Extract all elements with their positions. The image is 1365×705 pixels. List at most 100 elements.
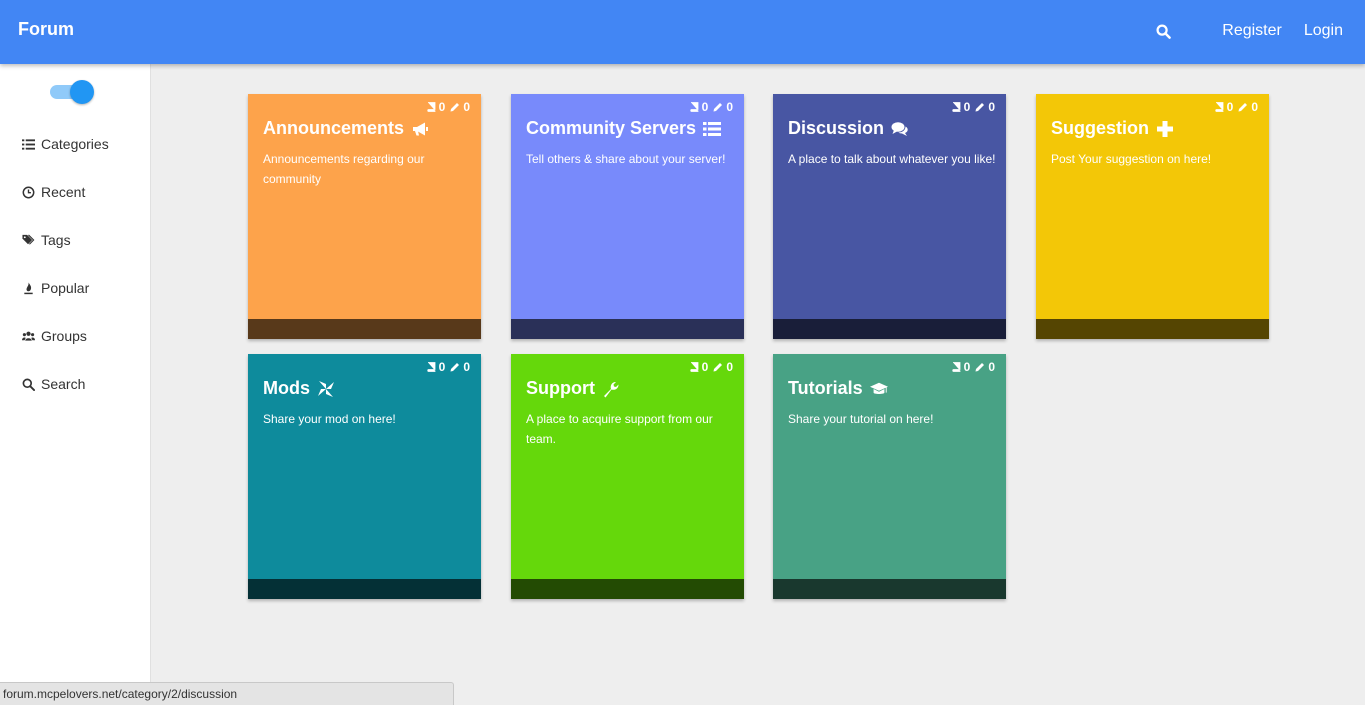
topic-count: 0: [438, 100, 446, 114]
card-title: Mods: [263, 378, 335, 399]
brand-logo-text[interactable]: Forum: [18, 19, 74, 40]
pencil-icon: [1238, 103, 1248, 112]
pencil-icon: [975, 363, 985, 372]
book-icon: [689, 362, 699, 372]
category-card-suggestion[interactable]: 0 0 Suggestion Post Your suggestion on h…: [1036, 94, 1269, 339]
card-footer: [511, 579, 744, 599]
tags-icon: [22, 234, 35, 245]
sidebar-item-label: Popular: [41, 280, 90, 296]
card-description: A place to talk about whatever you like!: [788, 152, 996, 166]
card-title-text: Community Servers: [526, 118, 697, 138]
book-icon: [426, 362, 436, 372]
card-footer: [1036, 319, 1269, 339]
sidebar-item-groups[interactable]: Groups: [0, 312, 150, 360]
sidebar-item-tags[interactable]: Tags: [0, 216, 150, 264]
list-icon: [703, 121, 722, 136]
card-title-text: Discussion: [788, 118, 885, 138]
card-title: Community Servers: [526, 118, 722, 139]
toggle-knob: [70, 80, 94, 104]
topic-count: 0: [963, 100, 971, 114]
card-title-text: Tutorials: [788, 378, 863, 398]
category-card-community-servers[interactable]: 0 0 Community Servers Tell others & shar…: [511, 94, 744, 339]
sidebar: Categories Recent Tags Popular Groups Se…: [0, 64, 151, 705]
card-footer: [248, 319, 481, 339]
card-stats: 0 0: [946, 360, 995, 374]
graduation-cap-icon: [869, 382, 888, 394]
status-url: forum.mcpelovers.net/category/2/discussi…: [3, 687, 238, 701]
card-footer: [773, 579, 1006, 599]
card-stats: 0 0: [946, 100, 995, 114]
post-count: 0: [988, 100, 995, 114]
category-card-support[interactable]: 0 0 Support A place to acquire support f…: [511, 354, 744, 599]
category-card-discussion[interactable]: 0 0 Discussion A place to talk about wha…: [773, 94, 1006, 339]
card-title-text: Mods: [263, 378, 310, 398]
book-icon: [1214, 102, 1224, 112]
pencil-icon: [713, 363, 723, 372]
topic-count: 0: [701, 100, 709, 114]
card-title-text: Support: [526, 378, 595, 398]
pencil-icon: [713, 103, 723, 112]
list-icon: [22, 138, 35, 150]
post-count: 0: [463, 360, 470, 374]
search-icon[interactable]: [1156, 22, 1174, 40]
post-count: 0: [988, 360, 995, 374]
sidebar-item-search[interactable]: Search: [0, 360, 150, 408]
bullhorn-icon: [413, 122, 429, 135]
card-title: Suggestion: [1051, 118, 1174, 139]
card-stats: 0 0: [1209, 100, 1258, 114]
sidebar-item-label: Categories: [41, 136, 109, 152]
pencil-icon: [450, 103, 460, 112]
search-icon: [22, 378, 35, 391]
sidebar-menu: Categories Recent Tags Popular Groups Se…: [0, 120, 150, 408]
post-count: 0: [1251, 100, 1258, 114]
top-nav: Register Login: [1156, 22, 1343, 40]
category-card-mods[interactable]: 0 0 Mods Share your mod on here!: [248, 354, 481, 599]
browser-status-bar: forum.mcpelovers.net/category/2/discussi…: [0, 682, 454, 705]
sidebar-toggle[interactable]: [50, 80, 94, 104]
card-description: Tell others & share about your server!: [526, 152, 726, 166]
top-navbar: Forum Register Login: [0, 0, 1365, 64]
post-count: 0: [726, 100, 733, 114]
sidebar-item-recent[interactable]: Recent: [0, 168, 150, 216]
post-count: 0: [463, 100, 470, 114]
register-link[interactable]: Register: [1222, 22, 1282, 40]
category-card-tutorials[interactable]: 0 0 Tutorials Share your tutorial on her…: [773, 354, 1006, 599]
category-card-announcements[interactable]: 0 0 Announcements Announcements regardin…: [248, 94, 481, 339]
topic-count: 0: [438, 360, 446, 374]
card-title: Support: [526, 378, 620, 399]
card-title: Tutorials: [788, 378, 888, 399]
card-stats: 0 0: [684, 100, 733, 114]
card-title-text: Suggestion: [1051, 118, 1149, 138]
fire-icon: [24, 281, 33, 294]
login-link[interactable]: Login: [1304, 22, 1343, 40]
card-description: Share your tutorial on here!: [788, 412, 934, 426]
card-stats: 0 0: [421, 100, 470, 114]
clock-icon: [22, 186, 35, 198]
card-title-text: Announcements: [263, 118, 405, 138]
sidebar-item-categories[interactable]: Categories: [0, 120, 150, 168]
card-title: Announcements: [263, 118, 429, 139]
pinwheel-icon: [318, 380, 334, 397]
topic-count: 0: [701, 360, 709, 374]
card-footer: [248, 579, 481, 599]
post-count: 0: [726, 360, 733, 374]
plus-icon: [1157, 120, 1173, 137]
users-icon: [22, 331, 35, 341]
sidebar-item-label: Tags: [41, 232, 71, 248]
pencil-icon: [450, 363, 460, 372]
card-footer: [511, 319, 744, 339]
topic-count: 0: [963, 360, 971, 374]
card-stats: 0 0: [421, 360, 470, 374]
book-icon: [951, 362, 961, 372]
card-title: Discussion: [788, 118, 909, 139]
card-description: A place to acquire support from our team…: [526, 412, 713, 446]
card-description: Announcements regarding our community: [263, 152, 425, 186]
sidebar-item-popular[interactable]: Popular: [0, 264, 150, 312]
card-description: Post Your suggestion on here!: [1051, 152, 1212, 166]
comments-icon: [891, 121, 908, 136]
book-icon: [689, 102, 699, 112]
topic-count: 0: [1226, 100, 1234, 114]
sidebar-item-label: Search: [41, 376, 86, 392]
book-icon: [951, 102, 961, 112]
sidebar-item-label: Recent: [41, 184, 86, 200]
